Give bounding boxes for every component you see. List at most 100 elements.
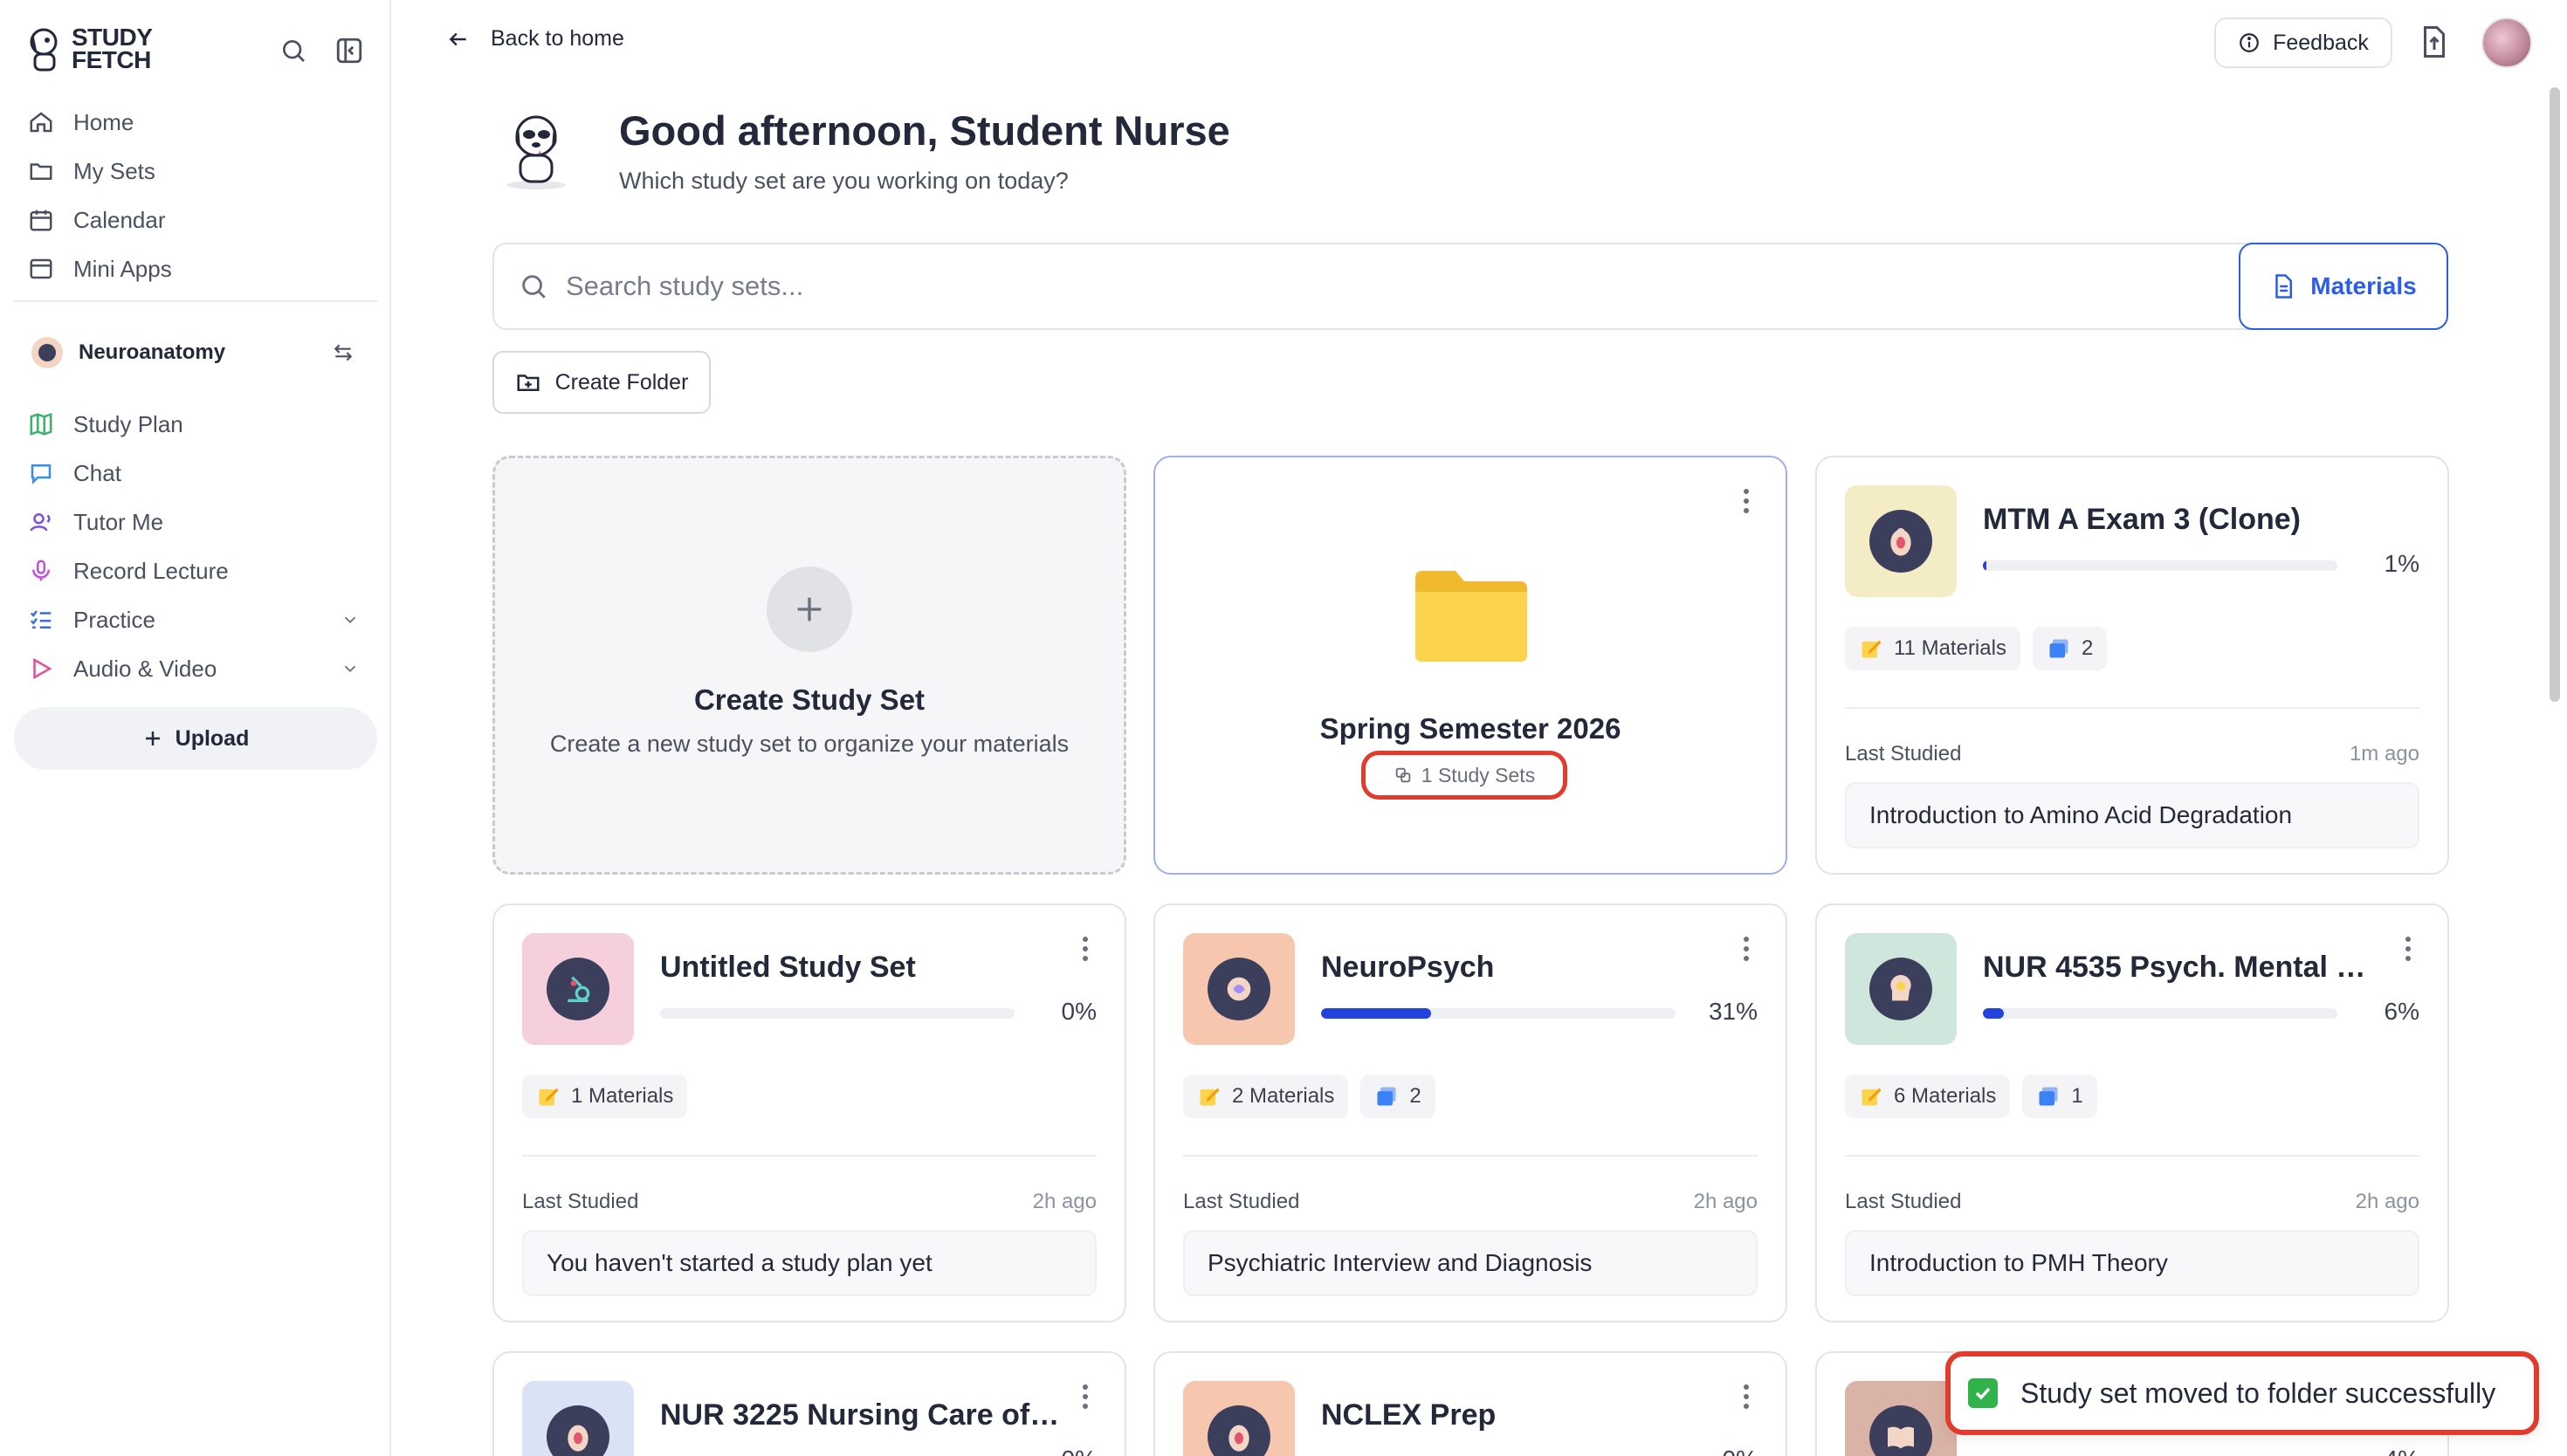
- book-icon: [1888, 1426, 1914, 1449]
- plus-icon: [145, 731, 160, 745]
- create-folder-button[interactable]: Create Folder: [492, 351, 711, 414]
- subject-selector[interactable]: Neuroanatomy: [31, 332, 354, 374]
- last-studied-label: Last Studied: [522, 1190, 639, 1213]
- folder-icon: [1412, 567, 1531, 670]
- studyfetch-logo[interactable]: STUDY FETCH: [26, 24, 153, 73]
- nav-chat[interactable]: Chat: [14, 449, 377, 498]
- study-set-title: NeuroPsych: [1321, 951, 1495, 984]
- last-studied-topic[interactable]: Introduction to Amino Acid Degradation: [1845, 782, 2419, 848]
- pencil-note-icon: [539, 1088, 559, 1106]
- nav-calendar-label: Calendar: [73, 206, 166, 233]
- folder-card[interactable]: Spring Semester 2026 1 Study Sets: [1153, 456, 1787, 875]
- last-studied-topic[interactable]: You haven't started a study plan yet: [522, 1230, 1097, 1296]
- toast-message: Study set moved to folder successfully: [2020, 1377, 2496, 1409]
- materials-button[interactable]: Materials: [2239, 243, 2448, 330]
- nav-chat-label: Chat: [73, 459, 121, 486]
- check-icon: [1968, 1378, 1998, 1408]
- folder-set-count: 1 Study Sets: [1361, 751, 1567, 800]
- nav-study-plan[interactable]: Study Plan: [14, 400, 377, 449]
- export-icon[interactable]: [2419, 24, 2450, 64]
- nav-practice-label: Practice: [73, 606, 155, 633]
- back-label: Back to home: [491, 26, 624, 51]
- nav-my-sets-label: My Sets: [73, 157, 155, 184]
- feedback-button[interactable]: Feedback: [2214, 17, 2392, 68]
- last-studied-topic[interactable]: Psychiatric Interview and Diagnosis: [1183, 1230, 1758, 1296]
- flashcards-chip: 2: [1360, 1075, 1435, 1118]
- progress-fill: [1983, 1008, 2005, 1019]
- folder-name: Spring Semester 2026: [1319, 712, 1621, 745]
- head-lightbulb-icon: [1890, 974, 1911, 1001]
- progress-fill: [1321, 1008, 1431, 1019]
- study-set-card[interactable]: NUR 4535 Psych. Mental Healt... 6% 6 Mat…: [1815, 903, 2449, 1322]
- search-icon: [522, 275, 546, 299]
- materials-chip: 11 Materials: [1845, 627, 2020, 670]
- progress-percent: 0%: [1723, 1446, 1758, 1456]
- more-options-icon[interactable]: [1081, 935, 1090, 967]
- nav-mini-apps[interactable]: Mini Apps: [14, 244, 377, 293]
- progress-percent: 1%: [2384, 550, 2419, 577]
- create-study-set-card[interactable]: Create Study Set Create a new study set …: [492, 456, 1126, 875]
- nav-tutor-me[interactable]: Tutor Me: [14, 498, 377, 546]
- anatomy-icon: [568, 1425, 588, 1452]
- page-scrollbar[interactable]: [2550, 87, 2560, 702]
- nav-record-lecture[interactable]: Record Lecture: [14, 546, 377, 595]
- search-bar[interactable]: Search study sets...: [492, 243, 2392, 330]
- study-set-card[interactable]: MTM A Exam 3 (Clone) 1% 11 Materials 2 L…: [1815, 456, 2449, 875]
- more-options-icon[interactable]: [1742, 487, 1751, 519]
- info-icon: [2240, 33, 2259, 52]
- more-options-icon[interactable]: [1081, 1383, 1090, 1415]
- chevron-down-icon[interactable]: [341, 659, 360, 678]
- folder-plus-icon: [517, 374, 540, 391]
- study-set-thumbnail: [522, 933, 634, 1045]
- sidebar: STUDY FETCH Home My Sets Calendar Mini A…: [0, 0, 391, 1456]
- nav-calendar[interactable]: Calendar: [14, 196, 377, 244]
- create-study-set-subtitle: Create a new study set to organize your …: [549, 731, 1070, 757]
- last-studied-topic[interactable]: Introduction to PMH Theory: [1845, 1230, 2419, 1296]
- study-set-card[interactable]: NUR 3225 Nursing Care of the ... 0%: [492, 1351, 1126, 1456]
- stack-icon: [1395, 767, 1411, 783]
- switch-icon[interactable]: [332, 341, 354, 364]
- materials-count: 6 Materials: [1894, 1084, 1997, 1108]
- upload-button[interactable]: Upload: [14, 707, 377, 770]
- progress-bar: [1983, 1008, 2337, 1019]
- study-set-card[interactable]: NeuroPsych 31% 2 Materials 2 Last Studie…: [1153, 903, 1787, 1322]
- progress-percent: 31%: [1708, 998, 1758, 1025]
- chevron-down-icon[interactable]: [341, 610, 360, 629]
- search-input[interactable]: Search study sets...: [566, 271, 2268, 302]
- nav-home[interactable]: Home: [14, 98, 377, 147]
- flashcards-count: 2: [1409, 1084, 1421, 1108]
- feedback-label: Feedback: [2273, 30, 2369, 55]
- dog-logo-icon: [30, 28, 58, 72]
- study-set-card[interactable]: Untitled Study Set 0% 1 Materials Last S…: [492, 903, 1126, 1322]
- user-avatar[interactable]: [2481, 17, 2532, 68]
- nav-my-sets[interactable]: My Sets: [14, 147, 377, 196]
- nav-audio-video[interactable]: Audio & Video: [14, 644, 377, 693]
- anatomy-icon: [1228, 1425, 1249, 1452]
- subject-avatar: [31, 337, 63, 368]
- search-icon[interactable]: [276, 33, 311, 68]
- tutor-icon: [30, 513, 51, 532]
- materials-label: Materials: [2310, 272, 2417, 299]
- nav-audio-video-label: Audio & Video: [73, 655, 217, 682]
- nav-practice[interactable]: Practice: [14, 595, 377, 644]
- flashcards-count: 1: [2071, 1084, 2083, 1108]
- study-set-card[interactable]: NCLEX Prep 0%: [1153, 1351, 1787, 1456]
- progress-percent: 4%: [2385, 1446, 2419, 1456]
- more-options-icon[interactable]: [1742, 1383, 1751, 1415]
- logo-line-2: FETCH: [72, 46, 151, 73]
- success-toast: Study set moved to folder successfully: [1945, 1351, 2539, 1435]
- home-icon: [30, 112, 52, 133]
- collapse-sidebar-icon[interactable]: [332, 33, 367, 68]
- flashcards-chip: 2: [2032, 627, 2108, 670]
- main-nav: Home My Sets Calendar Mini Apps: [14, 98, 377, 293]
- study-set-thumbnail: [1183, 1381, 1295, 1456]
- brain-icon: [1227, 977, 1251, 1001]
- study-set-thumbnail: [1845, 485, 1957, 597]
- more-options-icon[interactable]: [1742, 935, 1751, 967]
- study-set-thumbnail: [1845, 933, 1957, 1045]
- last-studied-label: Last Studied: [1183, 1190, 1300, 1213]
- nav-home-label: Home: [73, 108, 134, 135]
- more-options-icon[interactable]: [2404, 935, 2412, 967]
- back-to-home-link[interactable]: Back to home: [447, 26, 624, 52]
- create-folder-label: Create Folder: [554, 369, 689, 395]
